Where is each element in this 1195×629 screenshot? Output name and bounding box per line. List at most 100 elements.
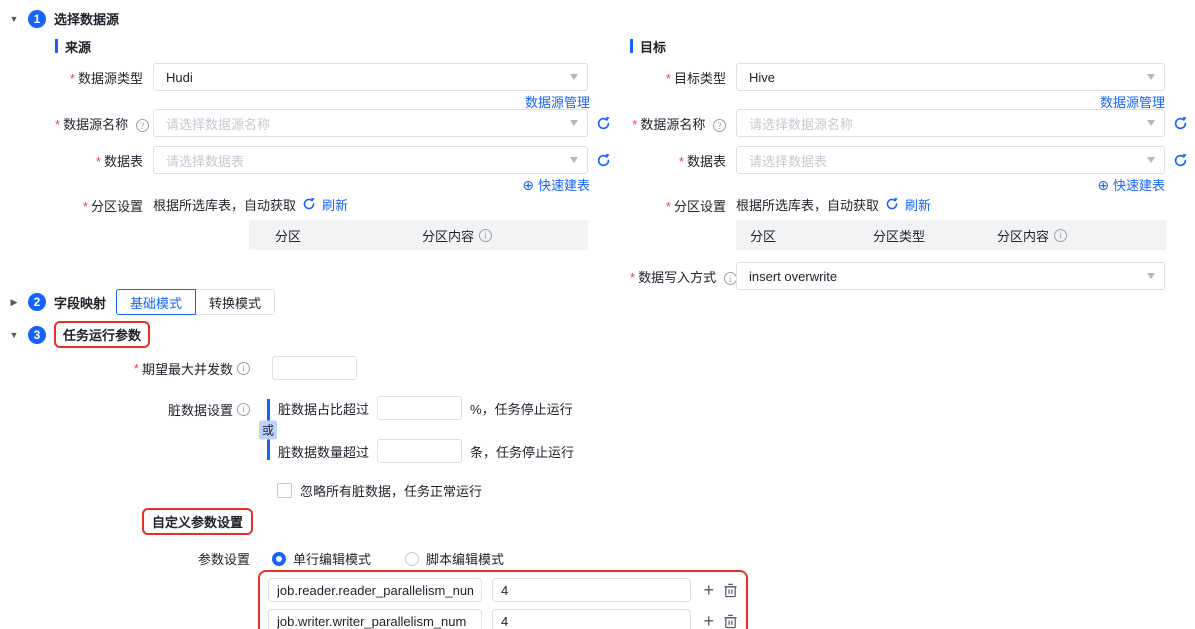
source-panel-header: 来源 bbox=[55, 38, 620, 55]
chevron-down-icon bbox=[1147, 273, 1156, 283]
target-panel-header: 目标 bbox=[630, 38, 1195, 55]
collapse-arrow-icon[interactable]: ▼ bbox=[8, 14, 20, 24]
info-icon[interactable]: i bbox=[723, 272, 737, 285]
source-quick-create-link[interactable]: ⊕ 快速建表 bbox=[522, 175, 590, 194]
dirty-count-input[interactable] bbox=[377, 439, 463, 463]
collapse-arrow-icon[interactable]: ▼ bbox=[8, 330, 20, 340]
source-type-label: * 数据源类型 bbox=[69, 70, 143, 86]
source-type-value: Hudi bbox=[166, 69, 193, 85]
delete-param-button[interactable] bbox=[723, 582, 738, 598]
required-asterisk: * bbox=[133, 360, 139, 376]
expand-arrow-icon[interactable]: ▶ bbox=[8, 297, 20, 308]
dirty-count-line: 脏数据数量超过 条，任务停止运行 bbox=[278, 439, 574, 463]
param-key-input[interactable] bbox=[268, 578, 482, 602]
source-quick-create-row: ⊕ 快速建表 bbox=[55, 175, 620, 194]
tab-transform-mode[interactable]: 转换模式 bbox=[196, 289, 276, 315]
section3-title-highlight: 任务运行参数 bbox=[54, 321, 151, 348]
dirty-percent-line: 脏数据占比超过 %，任务停止运行 bbox=[278, 396, 574, 420]
task-run-params-form: * 期望最大并发数 i 脏数据设置 i 或 脏数据占比超过 %，任务停止运行 脏… bbox=[55, 352, 1055, 629]
target-datasource-manage-link[interactable]: 数据源管理 bbox=[1100, 92, 1165, 111]
refresh-icon[interactable] bbox=[1173, 152, 1188, 168]
source-type-select[interactable]: Hudi bbox=[153, 63, 588, 91]
concurrency-row: * 期望最大并发数 i bbox=[55, 356, 1055, 380]
info-icon[interactable]: i bbox=[237, 361, 250, 375]
custom-params-title: 自定义参数设置 bbox=[152, 515, 244, 530]
add-param-button[interactable]: + bbox=[703, 581, 714, 599]
required-asterisk: * bbox=[69, 70, 75, 86]
chevron-down-icon bbox=[570, 120, 578, 130]
add-param-button[interactable]: + bbox=[703, 612, 714, 629]
source-panel: 来源 * 数据源类型 Hudi 数据源管理 * 数据源名称 ? 请选择数据源名称… bbox=[55, 38, 620, 250]
ignore-dirty-row: 忽略所有脏数据，任务正常运行 bbox=[277, 481, 1055, 500]
target-type-value: Hive bbox=[749, 69, 776, 85]
param-row: + bbox=[268, 578, 738, 602]
blue-bar bbox=[630, 39, 633, 53]
target-panel: 目标 * 目标类型 Hive 数据源管理 * 数据源名称 ? 请选择数据源名称 … bbox=[630, 38, 1195, 290]
param-value-input[interactable] bbox=[491, 609, 692, 629]
source-table-placeholder: 请选择数据表 bbox=[166, 153, 245, 169]
custom-params-highlight: 自定义参数设置 bbox=[142, 508, 254, 535]
info-icon[interactable]: i bbox=[479, 228, 493, 242]
source-table-select[interactable]: 请选择数据表 bbox=[153, 146, 588, 174]
source-partition-row: * 分区设置 根据所选库表，自动获取 刷新 分区 分区内容 i bbox=[55, 195, 620, 250]
chevron-down-icon bbox=[1147, 74, 1156, 84]
refresh-icon[interactable] bbox=[302, 197, 316, 211]
refresh-icon[interactable] bbox=[1173, 115, 1188, 131]
ignore-dirty-checkbox[interactable] bbox=[277, 483, 292, 498]
plus-circle-icon: ⊕ bbox=[522, 176, 534, 193]
param-value-input[interactable] bbox=[491, 578, 692, 602]
param-mode-label: 参数设置 bbox=[197, 552, 250, 567]
column-header: 分区内容 i bbox=[422, 226, 493, 245]
info-icon[interactable]: i bbox=[237, 402, 250, 416]
section2-header: ▶ 2 字段映射 基础模式 转换模式 bbox=[8, 289, 276, 315]
section2-title: 字段映射 bbox=[54, 295, 107, 311]
radio-script-mode[interactable]: 脚本编辑模式 bbox=[405, 549, 504, 568]
source-table-label: * 数据表 bbox=[95, 153, 143, 169]
refresh-icon[interactable] bbox=[885, 197, 899, 211]
target-write-mode-row: * 数据写入方式 i insert overwrite bbox=[630, 262, 1195, 290]
chevron-down-icon bbox=[1147, 120, 1156, 130]
concurrency-input[interactable] bbox=[272, 356, 357, 380]
target-type-select[interactable]: Hive bbox=[736, 63, 1166, 91]
step2-badge: 2 bbox=[28, 293, 46, 311]
target-table-select[interactable]: 请选择数据表 bbox=[736, 146, 1166, 174]
or-connector: 或 bbox=[258, 396, 278, 463]
plus-circle-icon: ⊕ bbox=[1097, 176, 1110, 193]
target-partition-label: * 分区设置 bbox=[665, 199, 726, 214]
help-icon[interactable]: ? bbox=[135, 119, 149, 132]
dirty-percent-input[interactable] bbox=[377, 396, 463, 420]
source-table-row: * 数据表 请选择数据表 bbox=[55, 146, 620, 174]
target-table-row: * 数据表 请选择数据表 bbox=[630, 146, 1195, 174]
dirty-data-label: 脏数据设置 i bbox=[55, 397, 250, 421]
tab-basic-mode[interactable]: 基础模式 bbox=[116, 289, 197, 315]
refresh-icon[interactable] bbox=[596, 115, 611, 131]
source-partition-table-header: 分区 分区内容 i bbox=[249, 220, 588, 250]
target-quick-create-link[interactable]: ⊕ 快速建表 bbox=[1097, 175, 1165, 194]
required-asterisk: * bbox=[632, 116, 638, 132]
radio-single-line-mode[interactable]: 单行编辑模式 bbox=[272, 549, 371, 568]
required-asterisk: * bbox=[95, 153, 101, 169]
source-datasource-manage-link[interactable]: 数据源管理 bbox=[525, 92, 590, 111]
target-write-mode-select[interactable]: insert overwrite bbox=[736, 262, 1166, 290]
param-key-input[interactable] bbox=[268, 609, 482, 629]
required-asterisk: * bbox=[678, 153, 684, 169]
column-header: 分区 bbox=[275, 228, 302, 244]
refresh-icon[interactable] bbox=[596, 152, 611, 168]
source-name-row: * 数据源名称 ? 请选择数据源名称 bbox=[55, 109, 620, 137]
source-type-row: * 数据源类型 Hudi bbox=[55, 63, 620, 91]
info-icon[interactable]: i bbox=[1054, 228, 1068, 242]
target-name-select[interactable]: 请选择数据源名称 bbox=[736, 109, 1166, 137]
dirty-count-prefix: 脏数据数量超过 bbox=[278, 444, 370, 460]
required-asterisk: * bbox=[630, 269, 636, 285]
target-name-label: * 数据源名称 ? bbox=[630, 114, 726, 133]
target-quick-create-row: ⊕ 快速建表 bbox=[630, 175, 1195, 194]
source-name-label: * 数据源名称 ? bbox=[55, 114, 149, 133]
or-badge: 或 bbox=[258, 420, 278, 439]
source-refresh-link[interactable]: 刷新 bbox=[322, 195, 348, 214]
source-name-select[interactable]: 请选择数据源名称 bbox=[153, 109, 588, 137]
source-manage-row: 数据源管理 bbox=[55, 92, 620, 111]
column-header: 分区类型 bbox=[873, 228, 926, 244]
help-icon[interactable]: ? bbox=[713, 119, 726, 132]
delete-param-button[interactable] bbox=[723, 613, 738, 629]
target-refresh-link[interactable]: 刷新 bbox=[905, 195, 931, 214]
